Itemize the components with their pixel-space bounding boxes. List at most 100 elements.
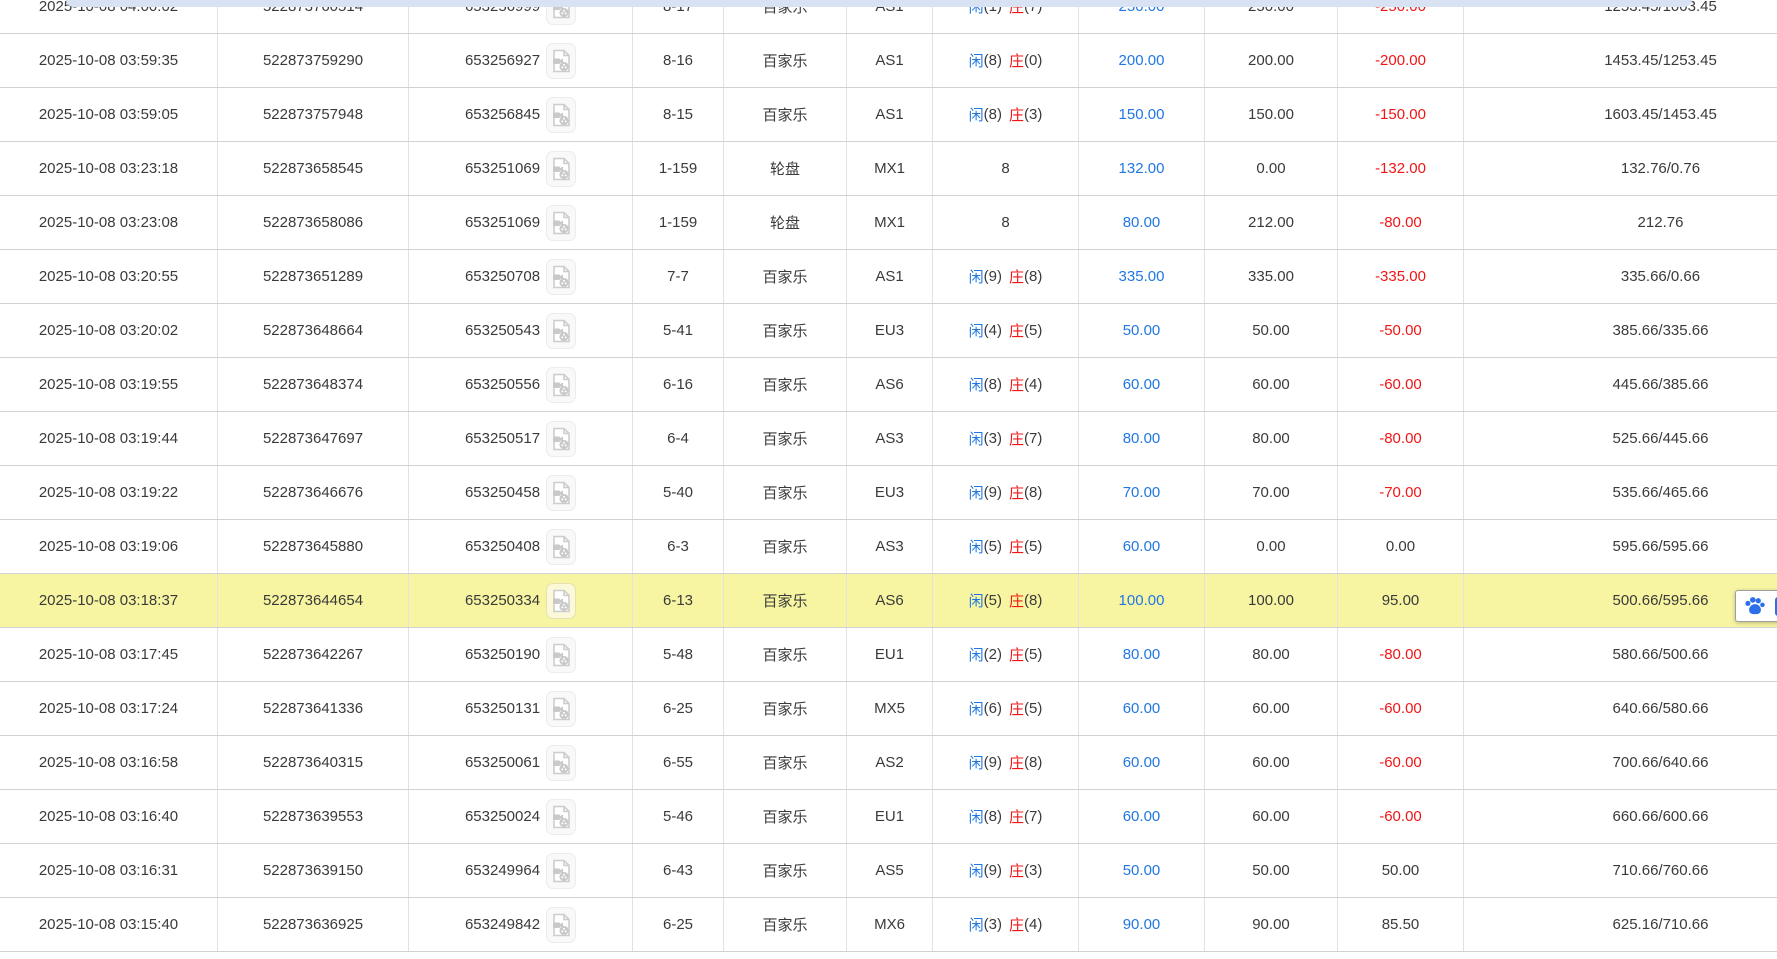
valid-amount-cell: 80.00 (1205, 628, 1338, 681)
result-banker-count: (5) (1024, 538, 1042, 555)
valid-amount-cell: 80.00 (1205, 412, 1338, 465)
round-cell: 7-7 (633, 250, 724, 303)
result-cell: 8 (933, 142, 1079, 195)
video-replay-button[interactable] (546, 745, 576, 781)
paw-print-icon (1744, 596, 1766, 616)
round-cell: 8-15 (633, 88, 724, 141)
table-row: 2025-10-08 03:20:55 522873651289 6532507… (0, 250, 1777, 304)
result-banker-label: 庄 (1009, 914, 1024, 935)
table-row: 2025-10-08 03:19:44 522873647697 6532505… (0, 412, 1777, 466)
bet-number-cell: 522873645880 (218, 520, 409, 573)
win-loss-cell: -80.00 (1338, 628, 1464, 681)
bet-time-cell: 2025-10-08 03:16:58 (0, 736, 218, 789)
valid-amount-cell: 60.00 (1205, 736, 1338, 789)
valid-amount-cell: 60.00 (1205, 682, 1338, 735)
result-banker-label: 庄 (1009, 860, 1024, 881)
video-replay-file-icon (551, 427, 571, 451)
balance-cell: 335.66/0.66 (1464, 250, 1777, 303)
video-replay-button[interactable] (546, 529, 576, 565)
result-banker-count: (8) (1024, 268, 1042, 285)
result-banker-count: (8) (1024, 754, 1042, 771)
win-loss-cell: -200.00 (1338, 34, 1464, 87)
result-banker-label: 庄 (1009, 104, 1024, 125)
game-type-cell: 百家乐 (724, 574, 847, 627)
video-replay-button[interactable] (546, 421, 576, 457)
video-replay-button[interactable] (546, 43, 576, 79)
video-replay-file-icon (551, 913, 571, 937)
game-number-cell: 653250024 (409, 790, 633, 843)
video-replay-button[interactable] (546, 907, 576, 943)
video-replay-button[interactable] (546, 853, 576, 889)
video-replay-button[interactable] (546, 583, 576, 619)
result-banker-count: (7) (1024, 808, 1042, 825)
result-banker-label: 庄 (1009, 320, 1024, 341)
round-cell: 6-25 (633, 682, 724, 735)
game-number: 653256927 (465, 52, 540, 69)
result-banker-count: (3) (1024, 106, 1042, 123)
win-loss-cell: -60.00 (1338, 682, 1464, 735)
bet-amount-cell: 80.00 (1079, 628, 1205, 681)
result-player-label: 闲 (969, 536, 984, 557)
result-player-label: 闲 (969, 266, 984, 287)
bet-amount-cell: 70.00 (1079, 466, 1205, 519)
game-type-cell: 百家乐 (724, 520, 847, 573)
video-replay-button[interactable] (546, 313, 576, 349)
table-code-cell: AS2 (847, 736, 933, 789)
win-loss-cell: -335.00 (1338, 250, 1464, 303)
balance-cell: 595.66/595.66 (1464, 520, 1777, 573)
result-banker-label: 庄 (1009, 266, 1024, 287)
balance-cell: 1453.45/1253.45 (1464, 34, 1777, 87)
result-player-label: 闲 (969, 320, 984, 341)
round-cell: 5-40 (633, 466, 724, 519)
game-number-cell: 653251069 (409, 142, 633, 195)
video-replay-button[interactable] (546, 151, 576, 187)
game-number: 653256845 (465, 106, 540, 123)
round-cell: 1-159 (633, 196, 724, 249)
bet-amount-cell: 60.00 (1079, 790, 1205, 843)
bet-number-cell: 522873639553 (218, 790, 409, 843)
round-cell: 6-55 (633, 736, 724, 789)
bet-time-cell: 2025-10-08 03:19:55 (0, 358, 218, 411)
video-replay-button[interactable] (546, 799, 576, 835)
win-loss-cell: -70.00 (1338, 466, 1464, 519)
video-replay-button[interactable] (546, 97, 576, 133)
round-cell: 6-13 (633, 574, 724, 627)
result-player-label: 闲 (969, 860, 984, 881)
table-row: 2025-10-08 03:23:08 522873658086 6532510… (0, 196, 1777, 250)
bet-time-cell: 2025-10-08 03:16:40 (0, 790, 218, 843)
game-number-cell: 653251069 (409, 196, 633, 249)
bet-amount-cell: 80.00 (1079, 196, 1205, 249)
video-replay-button[interactable] (546, 367, 576, 403)
valid-amount-cell: 50.00 (1205, 844, 1338, 897)
game-type-cell: 百家乐 (724, 88, 847, 141)
result-cell: 闲(8)庄(7) (933, 790, 1079, 843)
result-banker-count: (8) (1024, 592, 1042, 609)
video-replay-button[interactable] (546, 259, 576, 295)
game-number: 653250061 (465, 754, 540, 771)
video-replay-button[interactable] (546, 637, 576, 673)
balance-cell: 500.66/595.66 (1464, 574, 1777, 627)
extension-mini-popup[interactable] (1735, 590, 1777, 622)
game-number: 653251069 (465, 214, 540, 231)
result-cell: 闲(9)庄(8) (933, 466, 1079, 519)
game-number: 653250458 (465, 484, 540, 501)
bet-time-cell: 2025-10-08 03:20:02 (0, 304, 218, 357)
balance-cell: 212.76 (1464, 196, 1777, 249)
video-replay-button[interactable] (546, 205, 576, 241)
table-row: 2025-10-08 03:17:24 522873641336 6532501… (0, 682, 1777, 736)
valid-amount-cell: 70.00 (1205, 466, 1338, 519)
valid-amount-cell: 335.00 (1205, 250, 1338, 303)
win-loss-cell: 95.00 (1338, 574, 1464, 627)
result-banker-count: (5) (1024, 700, 1042, 717)
result-cell: 闲(6)庄(5) (933, 682, 1079, 735)
game-number: 653249842 (465, 916, 540, 933)
video-replay-file-icon (551, 643, 571, 667)
balance-cell: 525.66/445.66 (1464, 412, 1777, 465)
result-player-count: (2) (984, 646, 1002, 663)
game-number: 653250517 (465, 430, 540, 447)
balance-cell: 625.16/710.66 (1464, 898, 1777, 951)
video-replay-button[interactable] (546, 475, 576, 511)
video-replay-button[interactable] (546, 691, 576, 727)
win-loss-cell: -50.00 (1338, 304, 1464, 357)
result-cell: 闲(2)庄(5) (933, 628, 1079, 681)
